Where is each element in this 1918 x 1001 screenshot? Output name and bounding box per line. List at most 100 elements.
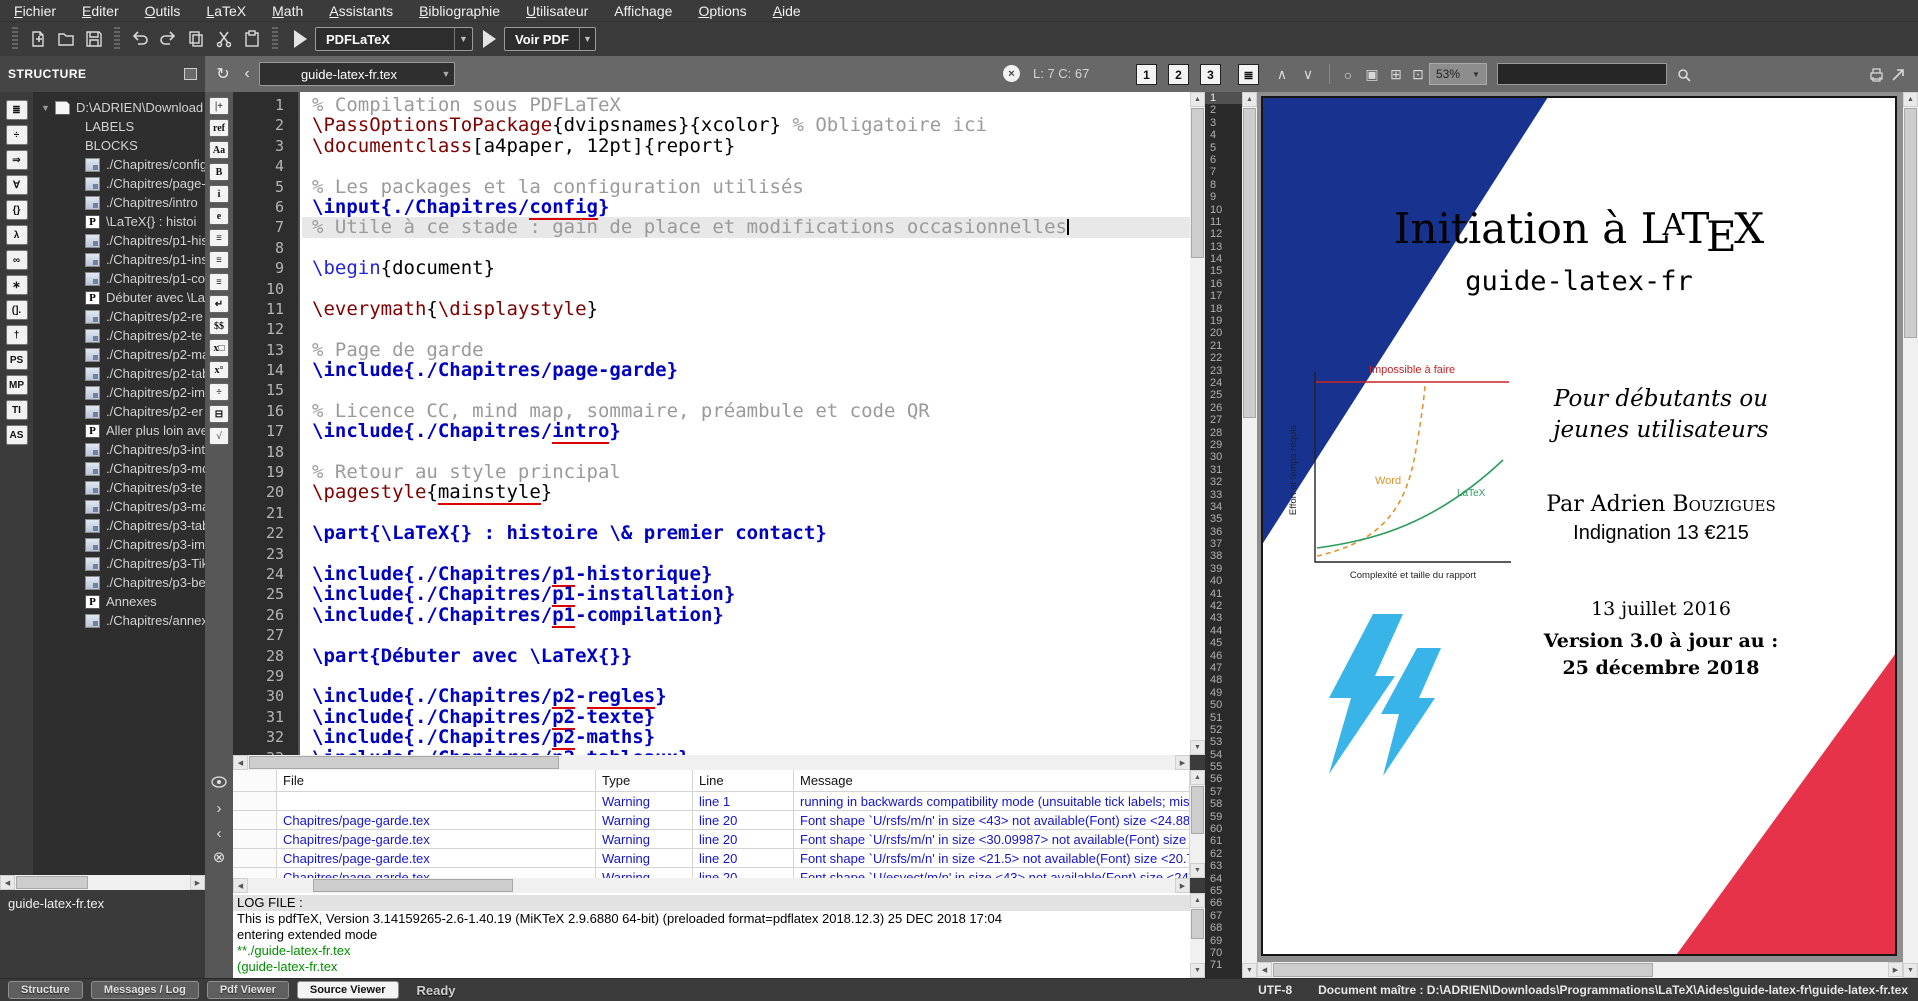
code-line[interactable]: \pagestyle{mainstyle} — [302, 482, 1190, 502]
pdf-page-number[interactable]: 6 — [1205, 154, 1242, 166]
tree-item[interactable]: ./Chapitres/p3-im — [33, 535, 205, 554]
pdf-page-number[interactable]: 53 — [1205, 736, 1242, 748]
detach-viewer-icon[interactable] — [1887, 64, 1909, 85]
column-header[interactable]: File — [277, 770, 596, 791]
superscript-button[interactable]: x° — [209, 361, 229, 379]
tree-item[interactable]: PAller plus loin ave — [33, 421, 205, 440]
pdf-page-number[interactable]: 46 — [1205, 650, 1242, 662]
tree-item[interactable]: ./Chapitres/p1-ins — [33, 250, 205, 269]
font-size-button[interactable]: Aa — [209, 141, 229, 159]
pdf-page-number[interactable]: 63 — [1205, 860, 1242, 872]
code-line[interactable]: \include{./Chapitres/page-garde} — [302, 360, 1190, 380]
panel-tab-arrow-symbols[interactable]: ⇒ — [6, 150, 28, 170]
pdf-page-number[interactable]: 54 — [1205, 749, 1242, 761]
tree-item[interactable]: ./Chapitres/page- — [33, 174, 205, 193]
editor-hscrollbar[interactable]: ◀▶ — [233, 755, 1190, 770]
pdf-page-number[interactable]: 14 — [1205, 253, 1242, 265]
tree-item[interactable]: ./Chapitres/p2-im — [33, 383, 205, 402]
pdf-hscrollbar[interactable]: ◀▶ — [1257, 962, 1903, 978]
tree-item[interactable]: BLOCKS — [33, 136, 205, 155]
pdf-page-number[interactable]: 44 — [1205, 625, 1242, 637]
save-file-icon[interactable] — [80, 26, 108, 52]
run-button[interactable] — [294, 30, 307, 48]
divide-button[interactable]: ÷ — [209, 383, 229, 401]
pdf-page-number[interactable]: 48 — [1205, 674, 1242, 686]
menu-math[interactable]: Math — [272, 3, 303, 19]
insert-block-button[interactable]: |+ — [209, 97, 229, 115]
align-center-button[interactable]: ≡ — [209, 251, 229, 269]
view-button[interactable] — [483, 30, 496, 48]
pdf-page-number[interactable]: 66 — [1205, 897, 1242, 909]
pdf-page-number[interactable]: 2 — [1205, 104, 1242, 116]
messages-vscrollbar[interactable]: ▲▼ — [1190, 770, 1205, 878]
structure-hscrollbar[interactable]: ◀▶ — [0, 875, 205, 890]
pdf-page-number[interactable]: 52 — [1205, 724, 1242, 736]
code-line[interactable] — [302, 503, 1190, 523]
pdf-page-number[interactable]: 39 — [1205, 563, 1242, 575]
menu-outils[interactable]: Outils — [145, 3, 181, 19]
pdf-page-number[interactable]: 5 — [1205, 142, 1242, 154]
pdf-page-number[interactable]: 31 — [1205, 464, 1242, 476]
pdf-page-number[interactable]: 15 — [1205, 265, 1242, 277]
dock-icon[interactable] — [184, 68, 197, 80]
message-row[interactable]: Warningline 1running in backwards compat… — [233, 792, 1190, 811]
pdf-page-number[interactable]: 20 — [1205, 327, 1242, 339]
tree-item[interactable]: ./Chapitres/p2-er — [33, 402, 205, 421]
code-line[interactable] — [302, 666, 1190, 686]
code-line[interactable]: \include{./Chapitres/p1-historique} — [302, 564, 1190, 584]
pdf-page-number[interactable]: 71 — [1205, 959, 1242, 971]
panel-tab-misc-text[interactable]: † — [6, 325, 28, 345]
pdf-page-number[interactable]: 27 — [1205, 414, 1242, 426]
pdf-page-number[interactable]: 61 — [1205, 835, 1242, 847]
align-left-button[interactable]: ≡ — [209, 229, 229, 247]
pdf-page-number[interactable]: 22 — [1205, 352, 1242, 364]
pdf-page-number[interactable]: 24 — [1205, 377, 1242, 389]
panel-tab-delimiters[interactable]: {} — [6, 200, 28, 220]
panel-tab-structure[interactable]: ≣ — [6, 100, 28, 120]
code-line[interactable]: % Les packages et la configuration utili… — [302, 177, 1190, 197]
log-vscrollbar[interactable]: ▲▼ — [1190, 893, 1205, 978]
view-select[interactable]: Voir PDF ▼ — [504, 27, 596, 51]
paste-icon[interactable] — [238, 26, 266, 52]
two-page-button[interactable]: 2 — [1168, 64, 1189, 85]
emphasis-button[interactable]: e — [209, 207, 229, 225]
panel-tab-misc-symbols[interactable]: ∗ — [6, 275, 28, 295]
pdf-page-number[interactable]: 30 — [1205, 451, 1242, 463]
pdf-page-number[interactable]: 55 — [1205, 761, 1242, 773]
tree-item[interactable]: ./Chapitres/p3-mo — [33, 459, 205, 478]
tree-item[interactable]: ./Chapitres/p1-co — [33, 269, 205, 288]
pdf-page-number[interactable]: 68 — [1205, 922, 1242, 934]
panel-tab-relation-symbols[interactable]: ÷ — [6, 125, 28, 145]
new-file-icon[interactable] — [24, 26, 52, 52]
pdf-page[interactable]: Initiation à LATEX guide-latex-fr Pour d… — [1261, 96, 1897, 956]
panel-tab-most-used-symbols[interactable]: ∞ — [6, 250, 28, 270]
code-line[interactable]: \everymath{\displaystyle} — [302, 299, 1190, 319]
message-row[interactable]: Chapitres/page-garde.texWarningline 20Fo… — [233, 830, 1190, 849]
pdf-page-number[interactable]: 43 — [1205, 612, 1242, 624]
three-page-button[interactable]: 3 — [1200, 64, 1221, 85]
pdf-page-number[interactable]: 45 — [1205, 637, 1242, 649]
pdf-page-number[interactable]: 7 — [1205, 166, 1242, 178]
pdf-page-number[interactable]: 38 — [1205, 550, 1242, 562]
tree-item[interactable]: ./Chapitres/p3-te — [33, 478, 205, 497]
pdf-page-number[interactable]: 57 — [1205, 786, 1242, 798]
menu-aide[interactable]: Aide — [773, 3, 801, 19]
math-mode-button[interactable]: $$ — [209, 317, 229, 335]
menu-options[interactable]: Options — [698, 3, 746, 19]
tree-item[interactable]: ./Chapitres/p2-ma — [33, 345, 205, 364]
menu-fichier[interactable]: Fichier — [14, 3, 56, 19]
pdf-page-number[interactable]: 21 — [1205, 340, 1242, 352]
prev-page-icon[interactable]: ∧ — [1271, 64, 1293, 85]
pdf-search-input[interactable] — [1497, 63, 1667, 85]
pdf-page-number[interactable]: 50 — [1205, 699, 1242, 711]
next-error-icon[interactable]: › — [205, 800, 233, 817]
single-page-button[interactable]: 1 — [1136, 64, 1157, 85]
message-row[interactable]: Chapitres/page-garde.texWarningline 20Fo… — [233, 811, 1190, 830]
pdf-page-number[interactable]: 8 — [1205, 179, 1242, 191]
code-line[interactable]: \include{./Chapitres/p1-installation} — [302, 584, 1190, 604]
subscript-button[interactable]: x□ — [209, 339, 229, 357]
pdf-page-number[interactable]: 58 — [1205, 798, 1242, 810]
code-line[interactable]: \part{Débuter avec \LaTeX{}} — [302, 646, 1190, 666]
panel-tab-brackets[interactable]: (]. — [6, 300, 28, 320]
message-row[interactable]: Chapitres/page-garde.texWarningline 20Fo… — [233, 849, 1190, 868]
